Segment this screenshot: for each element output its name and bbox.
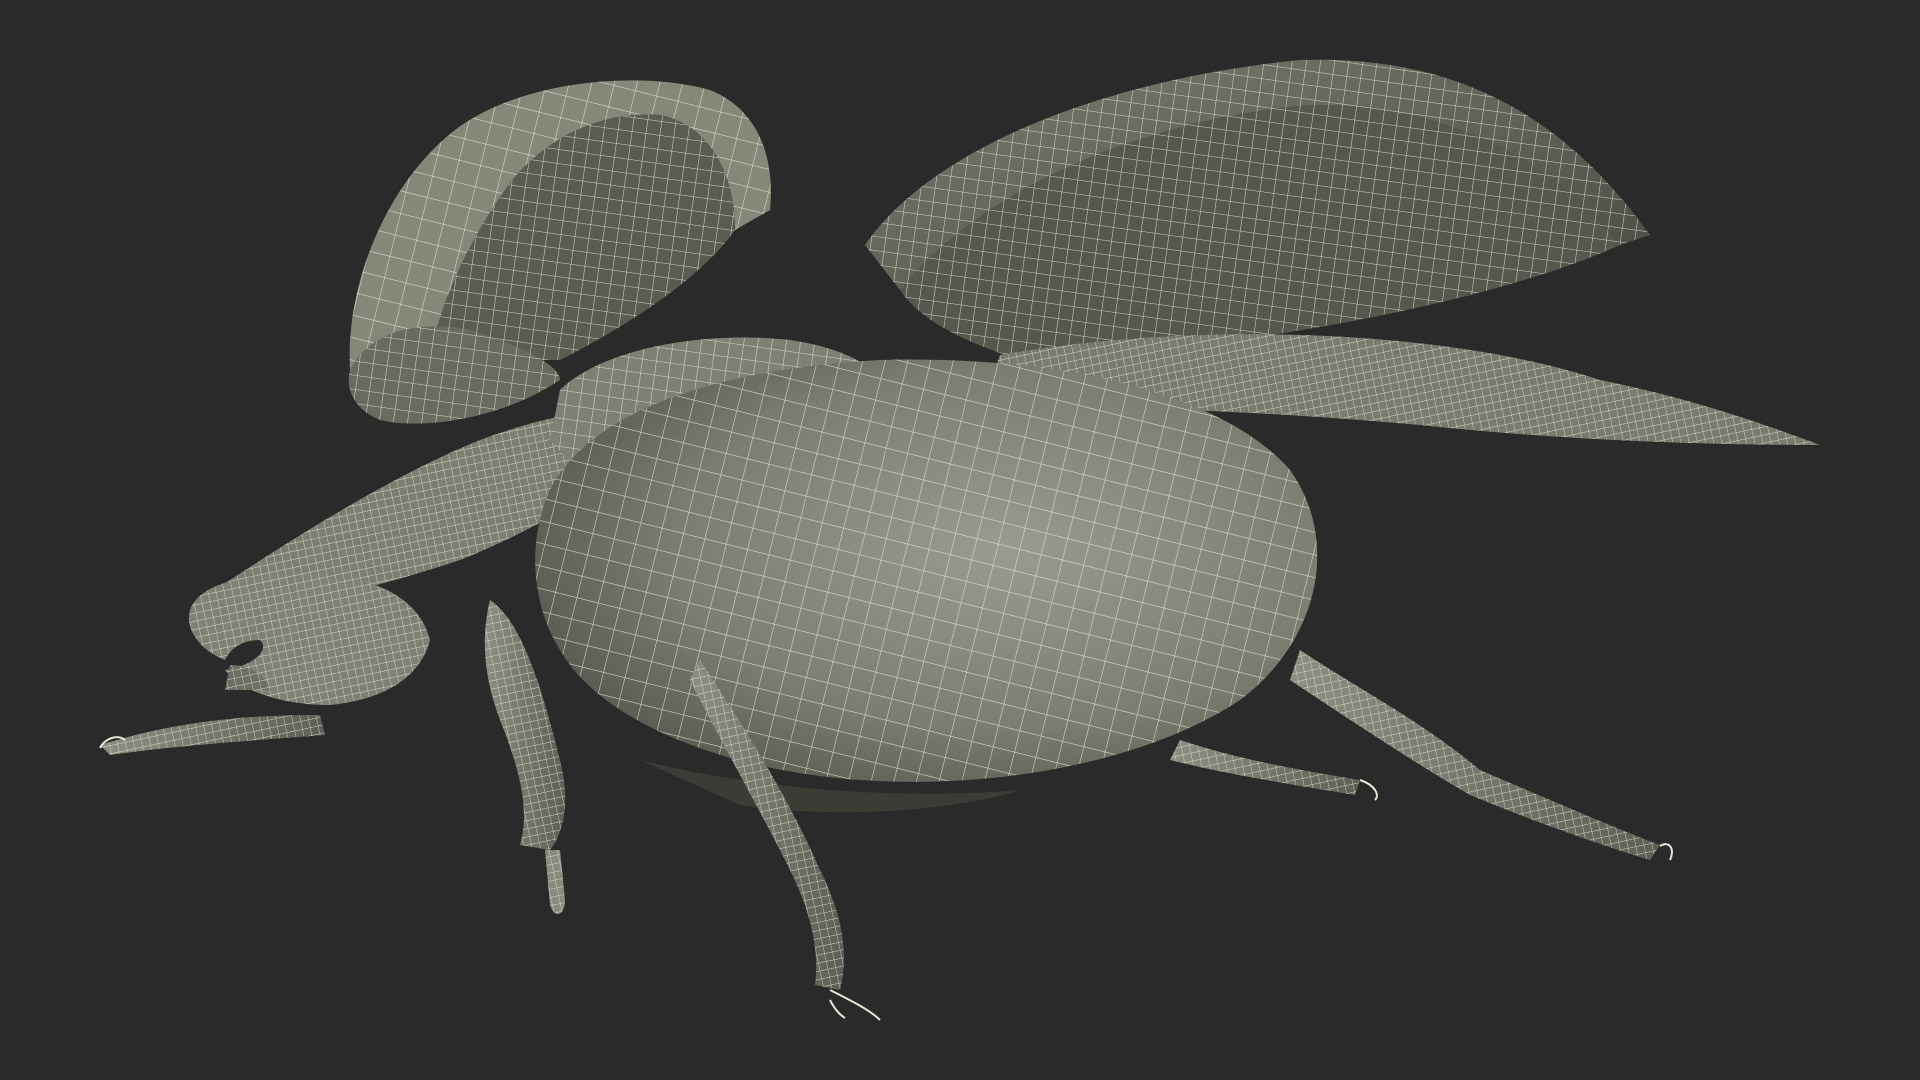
front-right-leg — [484, 600, 566, 915]
beetle-head — [189, 573, 430, 705]
beetle-wireframe-render — [99, 59, 1820, 1021]
render-viewport — [0, 0, 1920, 1080]
right-elytron — [865, 59, 1650, 360]
hind-right-leg — [1290, 650, 1673, 861]
beetle-abdomen — [535, 359, 1318, 813]
hind-left-leg — [1170, 740, 1378, 801]
front-left-leg — [99, 715, 325, 755]
